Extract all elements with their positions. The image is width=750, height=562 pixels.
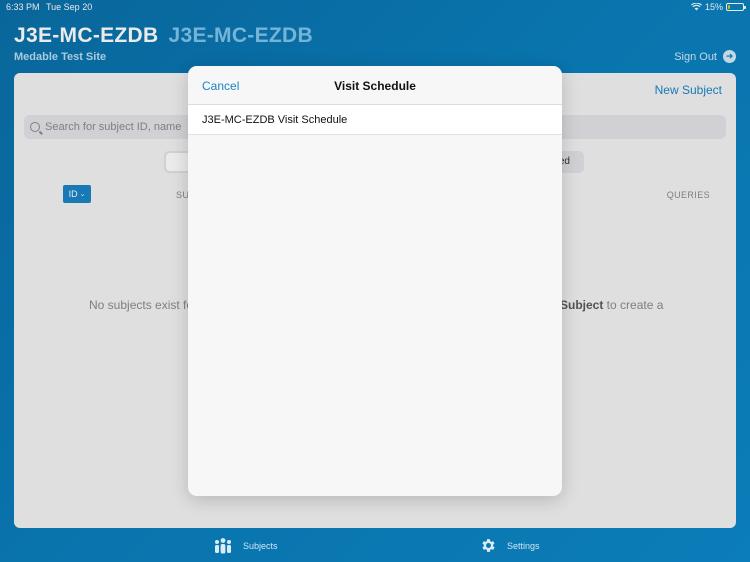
tab-subjects[interactable]: Subjects [213,537,278,554]
list-item[interactable]: J3E-MC-EZDB Visit Schedule [188,105,562,135]
tab-bar: Subjects Settings [0,528,750,562]
tab-settings[interactable]: Settings [480,537,540,554]
people-icon [215,538,231,554]
tab-subjects-label: Subjects [243,540,278,551]
visit-schedule-modal: Cancel Visit Schedule J3E-MC-EZDB Visit … [188,66,562,496]
gear-icon [482,539,495,552]
tab-settings-label: Settings [507,540,540,551]
modal-title: Visit Schedule [334,79,416,93]
visit-schedule-item-label: J3E-MC-EZDB Visit Schedule [202,113,348,126]
modal-header: Cancel Visit Schedule [188,66,562,105]
